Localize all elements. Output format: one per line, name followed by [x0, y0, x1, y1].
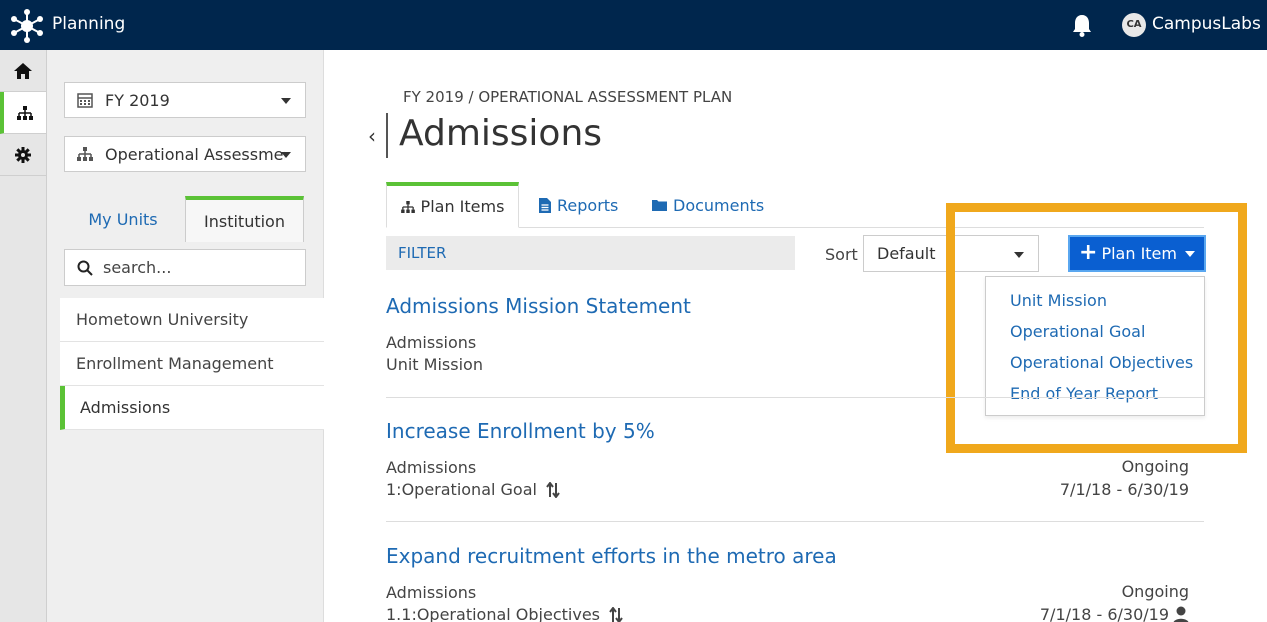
- unit-item-admissions[interactable]: Admissions: [60, 386, 324, 430]
- top-bar: Planning CA CampusLabs: [0, 0, 1267, 50]
- plan-select[interactable]: Operational Assessmer: [64, 136, 306, 172]
- rail-planning[interactable]: [0, 92, 46, 134]
- add-plan-item-button[interactable]: + Plan Item: [1068, 235, 1206, 272]
- content-tabs: Plan Items Reports Documents: [386, 182, 1204, 228]
- icon-rail: [0, 50, 47, 622]
- calendar-icon: [77, 93, 93, 108]
- tab-reports[interactable]: Reports: [539, 182, 618, 228]
- plan-item-unit: Admissions: [386, 333, 477, 352]
- tab-plan-items[interactable]: Plan Items: [386, 182, 519, 228]
- folder-icon: [652, 200, 667, 211]
- bell-icon[interactable]: [1071, 13, 1093, 37]
- divider: [386, 521, 1204, 522]
- plan-item-dates: 7/1/18 - 6/30/19: [1040, 605, 1189, 622]
- plan-item-status: Ongoing: [1121, 457, 1189, 476]
- tab-plan-items-label: Plan Items: [420, 197, 505, 216]
- tab-institution[interactable]: Institution: [185, 196, 304, 242]
- plan-item: Increase Enrollment by 5% Admissions 1:O…: [386, 419, 1204, 499]
- plan-item: Admissions Mission Statement Admissions …: [386, 294, 1204, 374]
- person-icon: [1173, 606, 1189, 622]
- gear-icon: [15, 146, 31, 163]
- tab-reports-label: Reports: [557, 195, 619, 215]
- tab-documents-label: Documents: [673, 195, 765, 215]
- plan-item: Expand recruitment efforts in the metro …: [386, 544, 1204, 622]
- page-title: Admissions: [399, 113, 603, 154]
- fiscal-year-select[interactable]: FY 2019: [64, 82, 306, 118]
- plan-item-title[interactable]: Increase Enrollment by 5%: [386, 419, 1204, 443]
- search-placeholder: search...: [103, 258, 172, 277]
- org-chart-icon: [77, 147, 93, 161]
- document-icon: [539, 197, 551, 213]
- planning-logo-icon[interactable]: [10, 9, 44, 43]
- plan-item-status: Ongoing: [1121, 582, 1189, 601]
- plan-item-button-label: Plan Item: [1101, 244, 1177, 263]
- app-title[interactable]: Planning: [52, 14, 125, 34]
- reorder-icon[interactable]: [546, 482, 560, 498]
- filter-bar[interactable]: FILTER: [386, 236, 795, 270]
- plus-icon: +: [1079, 240, 1098, 265]
- tab-documents[interactable]: Documents: [652, 182, 764, 228]
- left-panel: FY 2019 Operational Assessmer My Units I…: [47, 50, 324, 622]
- unit-item-hometown-university[interactable]: Hometown University: [60, 298, 324, 342]
- plan-item-dates-text: 7/1/18 - 6/30/19: [1039, 605, 1169, 622]
- fiscal-year-value: FY 2019: [105, 90, 170, 110]
- user-menu[interactable]: CampusLabs: [1152, 14, 1261, 34]
- chevron-left-icon[interactable]: ‹: [368, 124, 376, 148]
- plan-item-unit: Admissions: [386, 583, 477, 602]
- org-chart-icon: [17, 105, 33, 120]
- unit-item-enrollment-management[interactable]: Enrollment Management: [60, 342, 324, 386]
- breadcrumb[interactable]: FY 2019 / OPERATIONAL ASSESSMENT PLAN: [403, 88, 732, 106]
- sort-label: Sort: [825, 245, 858, 264]
- rail-settings[interactable]: [0, 134, 46, 176]
- unit-list: Hometown University Enrollment Managemen…: [60, 298, 324, 430]
- plan-item-dates: 7/1/18 - 6/30/19: [1059, 480, 1189, 499]
- plan-item-type: 1:Operational Goal: [386, 480, 537, 499]
- title-divider: [386, 113, 388, 158]
- menu-item-end-of-year-report[interactable]: End of Year Report: [986, 378, 1204, 409]
- plan-item-type: 1.1:Operational Objectives: [386, 605, 600, 622]
- sort-value: Default: [877, 244, 936, 263]
- search-input[interactable]: search...: [64, 249, 306, 286]
- plan-item-title[interactable]: Admissions Mission Statement: [386, 294, 1204, 318]
- plan-item-type: Unit Mission: [386, 355, 483, 374]
- home-icon: [14, 62, 32, 79]
- chevron-down-icon: [281, 152, 291, 158]
- avatar[interactable]: CA: [1122, 13, 1146, 37]
- search-icon: [77, 260, 93, 276]
- chevron-down-icon: [1014, 252, 1024, 258]
- filter-label: FILTER: [398, 244, 447, 262]
- tab-my-units[interactable]: My Units: [61, 196, 185, 242]
- chevron-down-icon: [281, 98, 291, 104]
- reorder-icon[interactable]: [609, 607, 623, 622]
- plan-item-title[interactable]: Expand recruitment efforts in the metro …: [386, 544, 1204, 568]
- sort-select[interactable]: Default: [863, 235, 1039, 272]
- plan-select-value: Operational Assessmer: [105, 144, 285, 164]
- rail-home[interactable]: [0, 50, 46, 92]
- divider: [386, 397, 1204, 398]
- chevron-down-icon: [1184, 250, 1195, 257]
- org-chart-icon: [400, 200, 415, 213]
- plan-item-unit: Admissions: [386, 458, 477, 477]
